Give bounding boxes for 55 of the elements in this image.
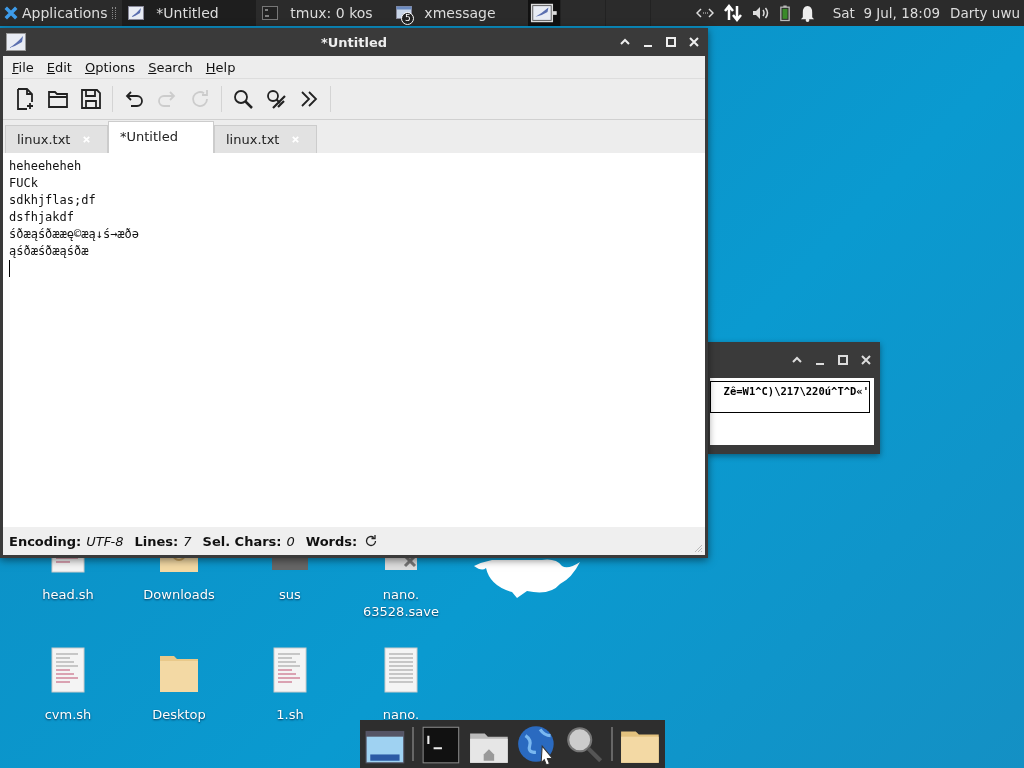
count-badge: 5 — [401, 12, 415, 25]
text-editor[interactable]: heheeheheh FUCk sdkhjflas;df dsfhjakdf śðæąśðææę©æą↓ś→æðə ąśðæśðæąśðæ — [3, 153, 705, 527]
menu-item[interactable]: Edit — [46, 59, 72, 75]
search-icon[interactable] — [231, 87, 255, 111]
text-line: śðæąśðææę©æą↓ś→æðə — [9, 226, 140, 243]
text-file-icon[interactable] — [381, 646, 421, 694]
text-cursor — [9, 260, 10, 277]
message-text: Zê=W1^C)\217\220ú^T^D«' — [710, 381, 870, 413]
grip-icon — [111, 7, 117, 19]
menu-item[interactable]: Search — [148, 59, 193, 75]
taskbar-button[interactable]: 5 xmessage — [390, 0, 525, 26]
text-line: heheeheheh — [9, 158, 82, 175]
applications-menu[interactable]: Applications — [0, 0, 112, 26]
menu-item[interactable]: File — [12, 59, 34, 75]
workspace-switcher-icon[interactable] — [528, 0, 561, 26]
window-title: *Untitled — [320, 34, 388, 50]
script-file-icon[interactable] — [270, 646, 310, 694]
terminal-icon — [262, 5, 279, 21]
user-menu[interactable]: Darty uwu — [950, 5, 1020, 21]
script-file-icon[interactable] — [48, 646, 88, 694]
text-line: ąśðæśðæąśðæ — [9, 243, 89, 260]
editor-icon — [128, 5, 145, 21]
text-line: sdkhjflas;df — [9, 192, 96, 209]
status-item: Lines: 7 — [134, 533, 192, 549]
resize-grip-icon[interactable] — [693, 543, 703, 553]
menu-item[interactable]: Help — [205, 59, 236, 75]
notification-bell-icon[interactable] — [799, 4, 815, 22]
transfer-arrows-icon[interactable] — [723, 4, 742, 22]
editor-icon — [6, 33, 26, 51]
maximize-icon[interactable] — [837, 354, 849, 366]
x-logo-icon — [4, 6, 18, 20]
network-icon[interactable] — [695, 7, 714, 19]
status-item: Encoding: UTF-8 — [9, 533, 124, 549]
taskbar-button[interactable]: tmux: 0 kos — [256, 0, 391, 26]
document-tab[interactable]: linux.txt — [5, 125, 108, 153]
maximize-icon[interactable] — [665, 36, 677, 48]
refresh-icon[interactable] — [364, 534, 379, 548]
search-and-replace-icon[interactable] — [264, 87, 288, 111]
downloads-folder-icon[interactable] — [159, 558, 199, 574]
battery-icon[interactable] — [779, 3, 790, 23]
menu-item[interactable]: Options — [84, 59, 136, 75]
message-icon — [396, 5, 413, 21]
text-line: FUCk — [9, 175, 38, 192]
close-icon[interactable] — [860, 354, 872, 366]
script-file-icon[interactable] — [48, 558, 88, 574]
document-tab[interactable]: *Untitled — [108, 121, 214, 153]
close-icon[interactable] — [688, 36, 700, 48]
volume-icon[interactable] — [751, 5, 770, 21]
status-item: Sel. Chars: 0 — [202, 533, 295, 549]
text-line: dsfhjakdf — [9, 209, 75, 226]
document-tab[interactable]: linux.txt — [214, 125, 317, 153]
clock[interactable]: Sat 9 Jul, 18:09 — [832, 5, 941, 21]
taskbar-button[interactable]: *Untitled — [122, 0, 257, 26]
status-item: Words: — [305, 533, 358, 549]
floppy-disk-icon[interactable] — [79, 87, 103, 111]
